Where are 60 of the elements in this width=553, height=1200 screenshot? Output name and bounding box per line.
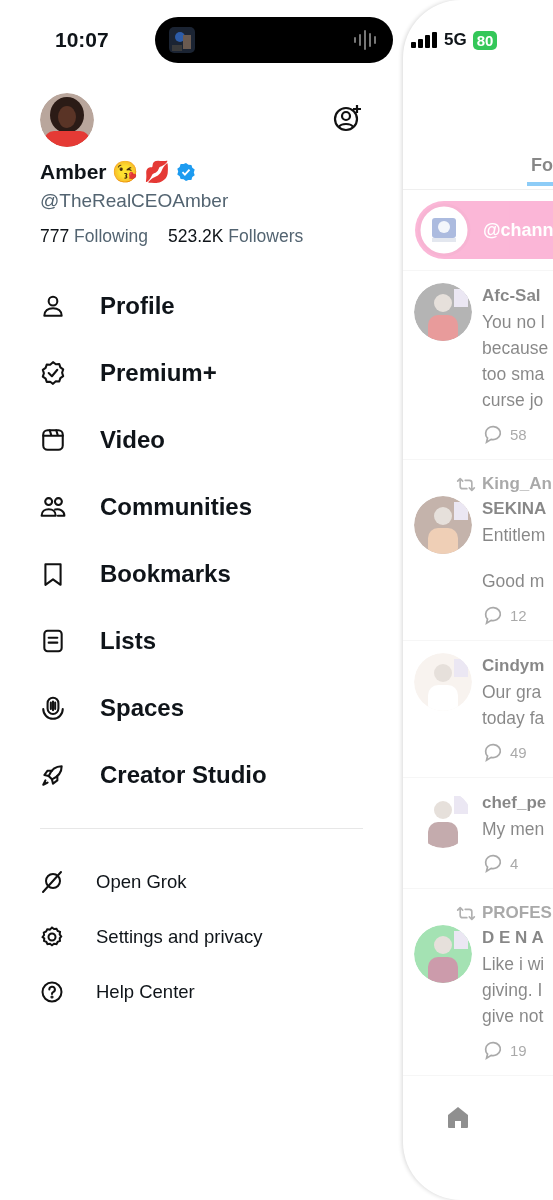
author-name[interactable]: Afc-Sal bbox=[482, 283, 549, 309]
feed-tab[interactable]: Fo bbox=[527, 152, 553, 186]
post-text: because bbox=[482, 337, 549, 360]
reply-button[interactable]: 4 bbox=[482, 852, 519, 874]
post-text: Like i wi bbox=[482, 953, 545, 976]
post-text: You no l bbox=[482, 311, 546, 334]
post-text: Our gra bbox=[482, 681, 543, 704]
list-icon bbox=[40, 627, 66, 654]
menu-item[interactable]: Communities bbox=[40, 473, 252, 540]
menu-item[interactable]: Creator Studio bbox=[40, 741, 267, 808]
signal-icon bbox=[411, 32, 438, 48]
reply-icon bbox=[482, 741, 504, 763]
menu-item[interactable]: Settings and privacy bbox=[40, 909, 263, 964]
author-name[interactable]: chef_pe bbox=[482, 790, 547, 816]
repost-icon bbox=[456, 905, 476, 921]
reply-icon bbox=[482, 1039, 504, 1061]
menu-item[interactable]: Help Center bbox=[40, 964, 195, 1019]
author-name[interactable]: D E N A bbox=[482, 925, 545, 951]
profile-handle: @TheRealCEOAmber bbox=[40, 190, 230, 212]
post-text: curse jo bbox=[482, 389, 545, 412]
following-link[interactable]: 777 Following bbox=[40, 226, 148, 247]
waveform-icon bbox=[353, 30, 379, 50]
reply-button[interactable]: 19 bbox=[482, 1039, 527, 1061]
menu-item[interactable]: Premium+ bbox=[40, 339, 217, 406]
post-text: give not bbox=[482, 1005, 545, 1028]
menu-item[interactable]: Spaces bbox=[40, 674, 185, 741]
reply-button[interactable]: 58 bbox=[482, 423, 527, 445]
repost-label[interactable]: PROFES bbox=[482, 903, 552, 923]
menu-item[interactable]: Video bbox=[40, 406, 165, 473]
network-label: 5G bbox=[444, 30, 467, 50]
settings-icon bbox=[40, 924, 64, 949]
microphone-icon bbox=[40, 694, 66, 721]
reply-icon bbox=[482, 852, 504, 874]
post-text: Good m bbox=[482, 570, 546, 593]
repost-label[interactable]: King_An bbox=[482, 474, 552, 494]
author-name[interactable]: SEKINA bbox=[482, 496, 547, 522]
post-text: giving. I bbox=[482, 979, 544, 1002]
post-text: My men bbox=[482, 818, 546, 841]
add-account-icon[interactable] bbox=[333, 103, 363, 133]
post-text: too sma bbox=[482, 363, 546, 386]
reply-icon bbox=[482, 604, 504, 626]
home-icon[interactable] bbox=[445, 1104, 471, 1130]
reply-button[interactable]: 49 bbox=[482, 741, 527, 763]
reply-icon bbox=[482, 423, 504, 445]
help-icon bbox=[40, 979, 64, 1004]
reply-button[interactable]: 12 bbox=[482, 604, 527, 626]
menu-item[interactable]: Bookmarks bbox=[40, 540, 231, 607]
repost-icon bbox=[456, 476, 476, 492]
video-frame-icon bbox=[40, 426, 66, 453]
slashed-circle-icon bbox=[40, 869, 64, 894]
post-text: today fa bbox=[482, 707, 545, 730]
menu-item[interactable]: Open Grok bbox=[40, 854, 187, 909]
badge-check-icon bbox=[40, 359, 66, 386]
post-text: Entitlem bbox=[482, 524, 547, 547]
menu-item[interactable]: Lists bbox=[40, 607, 156, 674]
status-time: 10:07 bbox=[55, 28, 110, 52]
profile-name: Amber 😘 💋 bbox=[40, 160, 171, 184]
followers-link[interactable]: 523.2K Followers bbox=[168, 226, 304, 247]
author-name[interactable]: Cindym bbox=[482, 653, 545, 679]
menu-item[interactable]: Profile bbox=[40, 272, 175, 339]
